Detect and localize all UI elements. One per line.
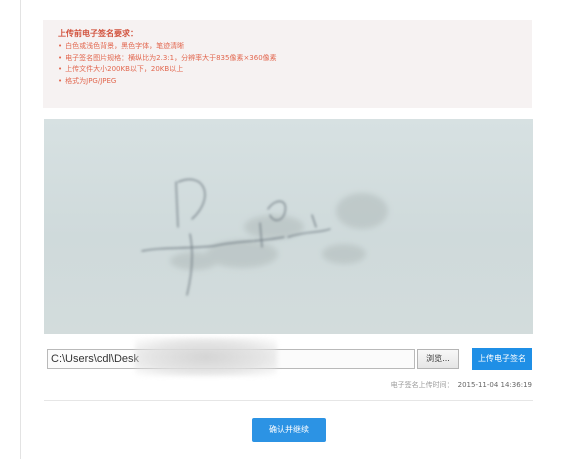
requirement-item: 上传文件大小200KB以下，20KB以上 [58, 64, 532, 76]
upload-signature-button[interactable]: 上传电子签名 [472, 348, 532, 370]
upload-time-value: 2015-11-04 14:36:19 [457, 381, 532, 389]
upload-time-text: 电子签名上传时间： 2015-11-04 14:36:19 [391, 380, 532, 390]
requirements-title: 上传前电子签名要求： [58, 29, 138, 38]
signature-requirements-panel: 上传前电子签名要求： 白色或浅色背景，黑色字体，笔迹清晰 电子签名图片规格：横纵… [43, 20, 532, 108]
requirement-item: 白色或浅色背景，黑色字体，笔迹清晰 [58, 41, 532, 53]
signature-preview-image [44, 119, 533, 334]
requirement-item: 格式为JPG/JPEG [58, 76, 532, 88]
requirement-item: 电子签名图片规格：横纵比为2.3:1，分辨率大于835像素×360像素 [58, 53, 532, 65]
requirements-list: 白色或浅色背景，黑色字体，笔迹清晰 电子签名图片规格：横纵比为2.3:1，分辨率… [58, 41, 532, 87]
confirm-continue-button[interactable]: 确认并继续 [252, 418, 326, 442]
browse-button[interactable]: 浏览... [417, 349, 459, 369]
page-left-border [20, 0, 21, 459]
redacted-path-blur [135, 338, 277, 376]
section-divider [44, 400, 533, 401]
upload-time-label: 电子签名上传时间： [390, 381, 454, 389]
handwritten-signature-drawing [141, 178, 388, 296]
